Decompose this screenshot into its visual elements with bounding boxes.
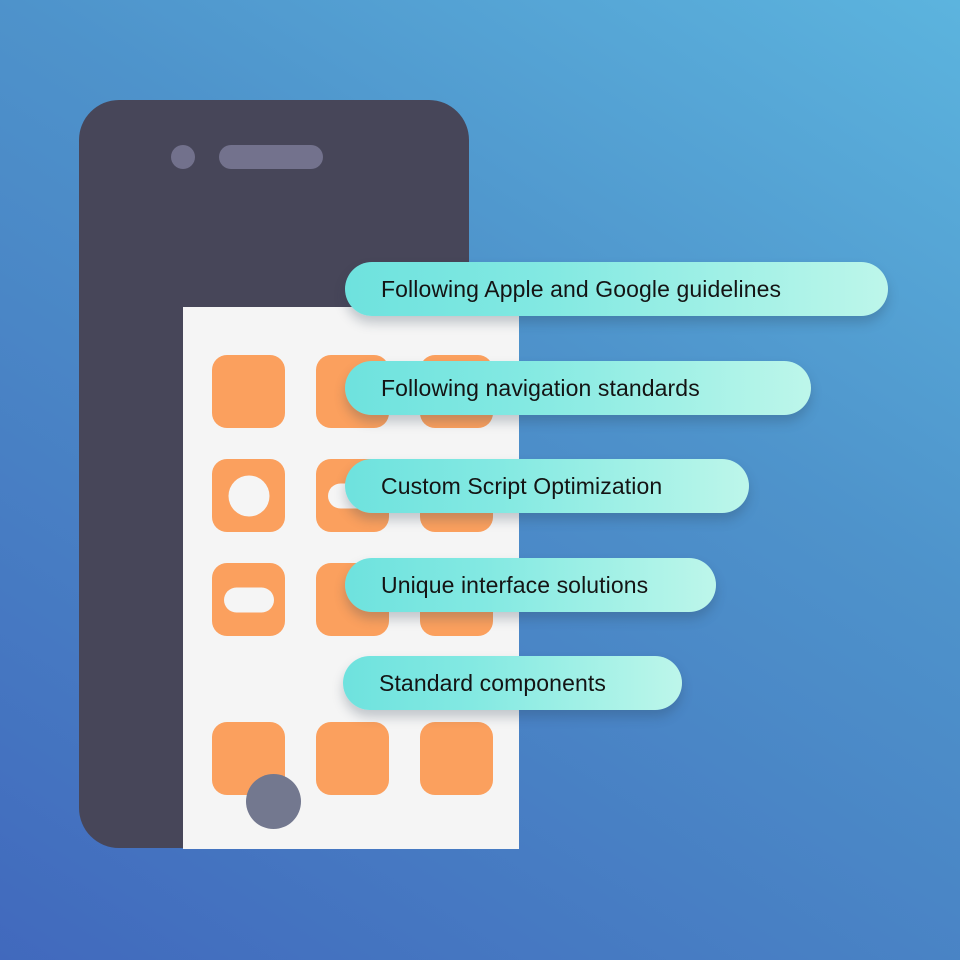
feature-pill-label: Following navigation standards — [381, 374, 700, 401]
feature-pill[interactable]: Custom Script Optimization — [345, 459, 749, 513]
earpiece-speaker-icon — [219, 145, 323, 169]
feature-pill-label: Unique interface solutions — [381, 571, 649, 598]
home-button[interactable] — [246, 774, 301, 829]
feature-pill-label: Custom Script Optimization — [381, 472, 663, 499]
app-icon[interactable] — [316, 722, 389, 795]
circle-glyph-icon — [228, 475, 269, 516]
feature-pill[interactable]: Following Apple and Google guidelines — [345, 262, 888, 316]
app-icon[interactable] — [212, 459, 285, 532]
illustration-canvas: Following Apple and Google guidelines Fol… — [0, 0, 960, 960]
app-icon[interactable] — [212, 563, 285, 636]
feature-pill-label: Following Apple and Google guidelines — [381, 275, 782, 302]
front-camera-icon — [171, 145, 195, 169]
app-icon[interactable] — [420, 722, 493, 795]
feature-pill[interactable]: Unique interface solutions — [345, 558, 716, 612]
pill-glyph-icon — [223, 587, 274, 612]
feature-pill-label: Standard components — [379, 669, 606, 696]
feature-pill[interactable]: Standard components — [343, 656, 682, 710]
app-icon[interactable] — [212, 355, 285, 428]
feature-pill[interactable]: Following navigation standards — [345, 361, 811, 415]
